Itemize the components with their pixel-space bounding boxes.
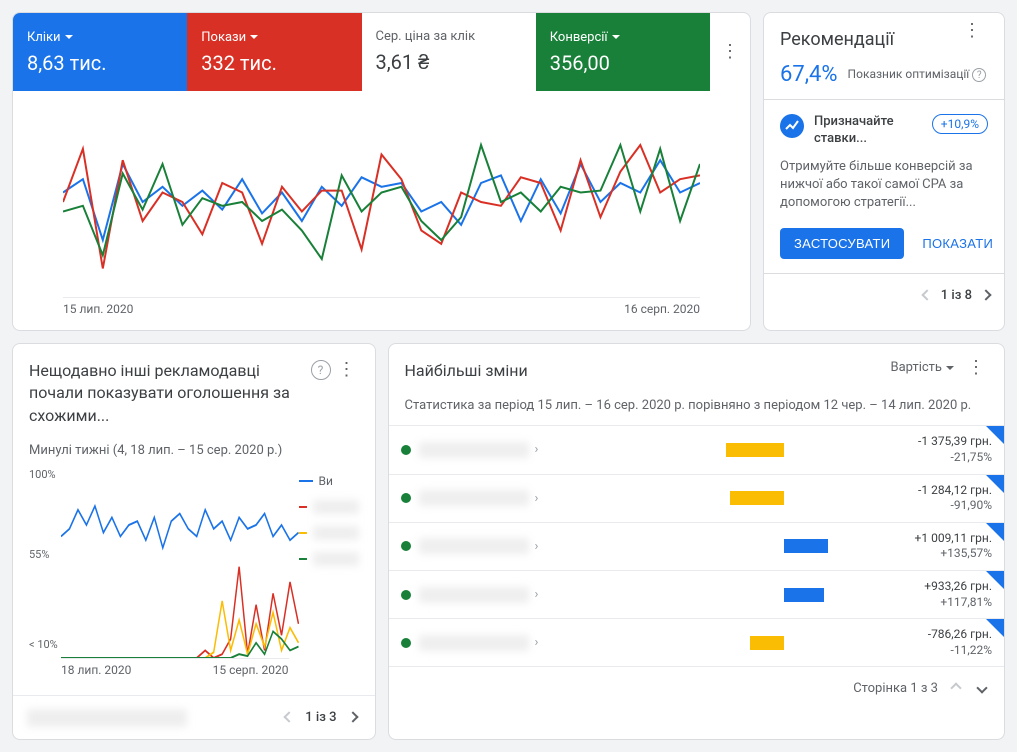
status-dot <box>401 590 411 600</box>
chevron-right-icon <box>347 712 358 723</box>
recommendations-title: Рекомендації <box>780 29 894 50</box>
change-row[interactable]: › -1 375,39 грн.-21,75% <box>389 425 1005 473</box>
metric-cpc: Сер. ціна за клік 3,61 ₴ <box>362 13 536 91</box>
metric-conversions[interactable]: Конверсії 356,00 <box>536 13 710 91</box>
status-dot <box>401 445 411 455</box>
entity-name: › <box>419 442 687 458</box>
changes-title: Найбільші зміни <box>405 360 528 382</box>
overview-chart: 15 лип. 2020 16 серп. 2020 <box>13 91 750 330</box>
change-bar <box>694 588 874 602</box>
change-row[interactable]: › +933,26 грн.+117,81% <box>389 570 1005 618</box>
show-button[interactable]: ПОКАЗАТИ <box>912 228 1003 259</box>
change-row[interactable]: › -1 284,12 грн.-91,90% <box>389 474 1005 522</box>
chart-date-to: 16 серп. 2020 <box>624 302 700 316</box>
metric-impressions[interactable]: Покази 332 тис. <box>187 13 361 91</box>
chevron-right-icon <box>980 290 991 301</box>
change-bar <box>694 491 874 505</box>
metric-clicks[interactable]: Кліки 8,63 тис. <box>13 13 187 91</box>
auction-subtitle: Минулі тижні (4, 18 лип. – 15 сер. 2020 … <box>13 443 375 468</box>
pager-next[interactable] <box>978 284 994 307</box>
chevron-up-icon <box>950 683 961 694</box>
metrics-row: Кліки 8,63 тис. Покази 332 тис. Сер. цін… <box>13 13 750 91</box>
pager-label: Сторінка 1 з 3 <box>853 681 938 696</box>
change-row[interactable]: › +1 009,11 грн.+135,57% <box>389 522 1005 570</box>
metric-dropdown[interactable]: Вартість <box>891 360 955 375</box>
pager-prev[interactable] <box>281 706 297 729</box>
corner-badge <box>986 475 1004 493</box>
optimization-score: 67,4% Показник оптимізації ? <box>764 62 1004 99</box>
pager-label: 1 із 3 <box>305 710 336 725</box>
kebab-icon: ⋮ <box>963 29 981 33</box>
auction-legend: Ви <box>299 468 359 658</box>
recommendation-item-title: Призначайте ставки... <box>814 114 924 148</box>
uplift-chip: +10,9% <box>932 114 988 134</box>
chart-date-from: 15 лип. 2020 <box>63 302 133 316</box>
auction-title: Нещодавно інші рекламодавці почали показ… <box>29 360 303 427</box>
kebab-icon: ⋮ <box>721 50 739 54</box>
chevron-down-icon <box>976 683 987 694</box>
change-bar <box>694 443 874 457</box>
change-bar <box>694 636 874 650</box>
change-values: -1 284,12 грн.-91,90% <box>882 483 992 514</box>
pager-up[interactable] <box>948 677 964 700</box>
overflow-menu-button[interactable]: ⋮ <box>335 368 359 372</box>
auction-insights-card: Нещодавно інші рекламодавці почали показ… <box>12 343 376 740</box>
chevron-down-icon <box>946 366 954 370</box>
pager-down[interactable] <box>974 677 990 700</box>
corner-badge <box>986 523 1004 541</box>
chevron-left-icon <box>284 712 295 723</box>
kebab-icon: ⋮ <box>967 366 985 370</box>
status-dot <box>401 493 411 503</box>
change-values: +933,26 грн.+117,81% <box>882 579 992 610</box>
redacted-label <box>27 709 187 727</box>
help-icon[interactable]: ? <box>972 68 986 82</box>
corner-badge <box>986 426 1004 444</box>
pager-next[interactable] <box>345 706 361 729</box>
entity-name: › <box>419 587 687 603</box>
trend-icon <box>780 114 804 138</box>
kebab-icon: ⋮ <box>338 368 356 372</box>
overflow-menu-button[interactable]: ⋮ <box>952 29 992 33</box>
change-bar <box>694 539 874 553</box>
apply-button[interactable]: ЗАСТОСУВАТИ <box>780 228 904 259</box>
recommendation-desc: Отримуйте більше конверсій за нижчої або… <box>780 158 988 213</box>
chevron-down-icon <box>612 35 620 39</box>
corner-badge <box>986 619 1004 637</box>
overflow-menu-button[interactable]: ⋮ <box>964 366 988 370</box>
status-dot <box>401 638 411 648</box>
status-dot <box>401 541 411 551</box>
recommendations-card: Рекомендації ⋮ 67,4% Показник оптимізаці… <box>763 12 1005 331</box>
change-values: +1 009,11 грн.+135,57% <box>882 531 992 562</box>
change-values: -1 375,39 грн.-21,75% <box>882 434 992 465</box>
change-values: -786,26 грн.-11,22% <box>882 627 992 658</box>
auction-chart: 100% 55% < 10% Ви 18 лип. 2020 15 серп. … <box>13 468 375 695</box>
help-icon[interactable]: ? <box>311 360 331 380</box>
biggest-changes-card: Найбільші зміни Вартість ⋮ Статистика за… <box>388 343 1006 740</box>
corner-badge <box>986 571 1004 589</box>
change-row[interactable]: › -786,26 грн.-11,22% <box>389 618 1005 666</box>
chevron-left-icon <box>921 290 932 301</box>
changes-subtitle: Статистика за період 15 лип. – 16 сер. 2… <box>389 398 1005 425</box>
overflow-menu-button[interactable]: ⋮ <box>710 13 750 91</box>
overview-chart-card: Кліки 8,63 тис. Покази 332 тис. Сер. цін… <box>12 12 751 331</box>
entity-name: › <box>419 490 687 506</box>
chevron-down-icon <box>65 35 73 39</box>
entity-name: › <box>419 635 687 651</box>
pager-prev[interactable] <box>919 284 935 307</box>
pager-label: 1 із 8 <box>941 288 972 303</box>
chevron-down-icon <box>250 35 258 39</box>
entity-name: › <box>419 538 687 554</box>
